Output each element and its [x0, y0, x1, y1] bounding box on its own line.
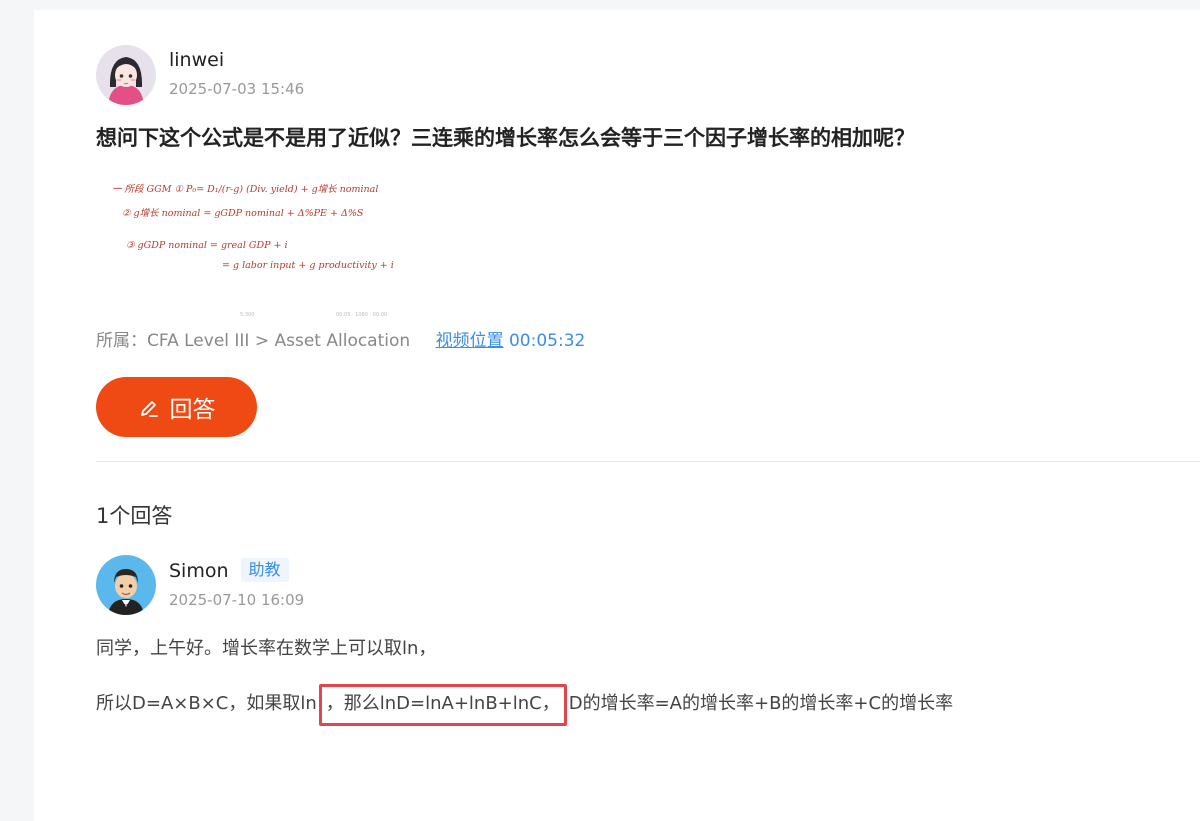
answers-count: 1个回答	[96, 504, 173, 528]
video-position-time: 00:05:32	[508, 331, 586, 351]
author-name[interactable]: Simon	[169, 560, 229, 582]
post-time: 2025-07-03 15:46	[169, 80, 305, 98]
author-name[interactable]: linwei	[169, 48, 304, 72]
answer-text-before: 所以D=A×B×C，如果取ln	[96, 693, 317, 714]
answer-author-line: Simon 助教	[169, 558, 304, 583]
answer-paragraph-2: 所以D=A×B×C，如果取ln ，那么lnD=lnA+lnB+lnC， D的增长率=…	[96, 684, 954, 726]
category-line: 所属：CFA Level III > Asset Allocation 视频位置…	[96, 330, 585, 352]
answer-button-label: 回答	[169, 397, 216, 423]
answer-time: 2025-07-10 16:09	[169, 591, 305, 609]
answer-paragraph-1: 同学，上午好。增长率在数学上可以取ln，	[96, 638, 437, 659]
answer-text-after: D的增长率=A的增长率+B的增长率+C的增长率	[568, 693, 954, 714]
answer-author: Simon 助教 2025-07-10 16:09	[96, 555, 304, 615]
handwriting-line-1: 一 所段 GGM ① P₀= D₁/(r-g) (Div. yield) + g…	[112, 183, 378, 195]
boy-avatar-icon	[96, 555, 156, 615]
category-label: 所属：	[96, 331, 147, 351]
handwritten-formula-image[interactable]: 一 所段 GGM ① P₀= D₁/(r-g) (Div. yield) + g…	[108, 164, 428, 324]
highlighted-formula: ，那么lnD=lnA+lnB+lnC，	[318, 684, 567, 726]
category-path[interactable]: CFA Level III > Asset Allocation	[147, 331, 410, 351]
handwriting-line-2: ② g增长 nominal = gGDP nominal + Δ%PE + Δ%…	[122, 208, 364, 219]
pen-icon	[140, 401, 158, 417]
question-author: linwei 2025-07-03 15:46	[96, 45, 304, 105]
girl-avatar-icon	[96, 45, 156, 105]
handwriting-foot-left: 5:300	[240, 312, 254, 318]
handwriting-line-3: ③ gGDP nominal = greal GDP + i	[126, 240, 288, 251]
answer-button[interactable]: 回答	[96, 377, 257, 437]
role-badge: 助教	[240, 558, 289, 582]
section-divider	[96, 461, 1200, 462]
video-position-link[interactable]: 视频位置 00:05:32	[436, 331, 586, 351]
avatar[interactable]	[96, 45, 156, 105]
video-position-label: 视频位置	[435, 331, 504, 351]
handwriting-foot-right: 00:05 · 1080 · 00:00	[336, 312, 387, 318]
qa-card: linwei 2025-07-03 15:46 想问下这个公式是不是用了近似？三…	[34, 10, 1200, 821]
handwriting-line-4: = g labor input + g productivity + i	[222, 260, 394, 271]
avatar[interactable]	[96, 555, 156, 615]
question-title: 想问下这个公式是不是用了近似？三连乘的增长率怎么会等于三个因子增长率的相加呢？	[96, 126, 915, 150]
